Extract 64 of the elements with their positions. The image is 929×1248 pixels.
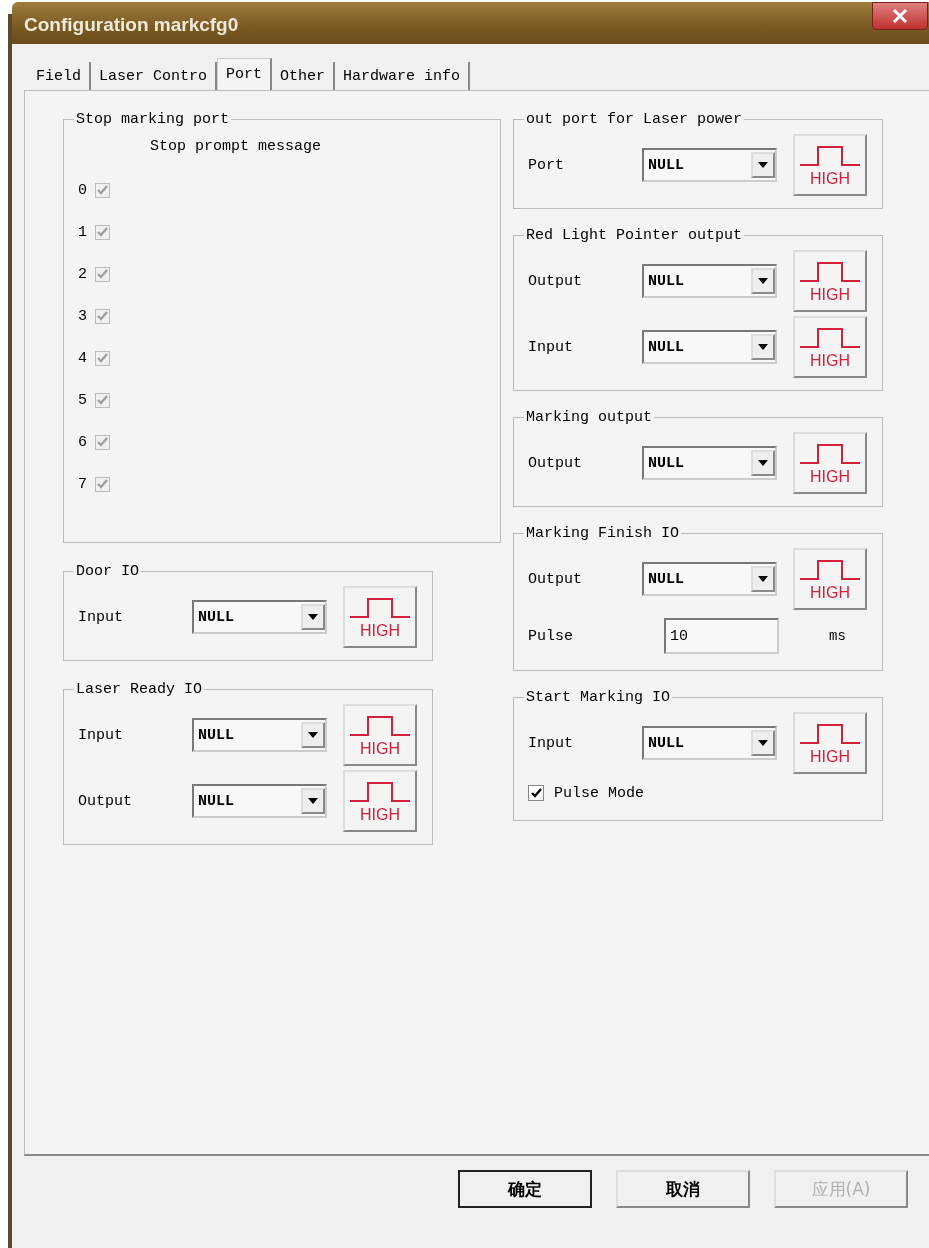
- dropdown-arrow-icon: [758, 162, 768, 168]
- port-number: 3: [78, 307, 87, 325]
- dropdown-arrow-icon: [758, 344, 768, 350]
- level-button[interactable]: HIGH: [343, 586, 417, 648]
- level-button[interactable]: HIGH: [793, 134, 867, 196]
- dropdown-arrow-icon: [758, 460, 768, 466]
- dropdown[interactable]: NULL: [192, 718, 327, 752]
- dropdown[interactable]: NULL: [642, 726, 777, 760]
- level-button[interactable]: HIGH: [343, 770, 417, 832]
- field-label: Output: [528, 454, 583, 472]
- group-title: Marking Finish IO: [525, 525, 681, 542]
- field-label: Output: [528, 272, 583, 290]
- group-title: out port for Laser power: [525, 111, 744, 128]
- dropdown[interactable]: NULL: [192, 784, 327, 818]
- dropdown[interactable]: NULL: [192, 600, 327, 634]
- port-number: 6: [78, 433, 87, 451]
- checkbox[interactable]: [528, 785, 544, 801]
- dropdown-arrow-icon: [308, 614, 318, 620]
- field-label: Input: [528, 338, 574, 356]
- port-number: 7: [78, 475, 87, 493]
- unit-label: ms: [829, 628, 846, 644]
- group-title: Start Marking IO: [525, 689, 672, 706]
- field-label: Output: [528, 570, 583, 588]
- close-button[interactable]: [872, 2, 928, 30]
- dropdown[interactable]: NULL: [642, 562, 777, 596]
- group-title: Red Light Pointer output: [525, 227, 744, 244]
- dropdown[interactable]: NULL: [642, 330, 777, 364]
- level-button[interactable]: HIGH: [793, 548, 867, 610]
- level-button[interactable]: HIGH: [793, 250, 867, 312]
- field-label: Port: [528, 156, 565, 174]
- group-title: Stop marking port: [75, 111, 231, 128]
- level-button[interactable]: HIGH: [343, 704, 417, 766]
- dropdown-arrow-icon: [758, 576, 768, 582]
- dropdown[interactable]: NULL: [642, 264, 777, 298]
- dropdown-arrow-icon: [308, 798, 318, 804]
- field-label: Input: [78, 726, 124, 744]
- port-number: 0: [78, 181, 87, 199]
- level-button[interactable]: HIGH: [793, 432, 867, 494]
- dropdown[interactable]: NULL: [642, 446, 777, 480]
- dialog-button[interactable]: 确定: [458, 1170, 592, 1208]
- checkbox-label: Pulse Mode: [554, 784, 644, 802]
- caption: Stop prompt message: [150, 138, 322, 155]
- field-label: Input: [528, 734, 574, 752]
- field-label: Output: [78, 792, 133, 810]
- dropdown-arrow-icon: [758, 740, 768, 746]
- level-button[interactable]: HIGH: [793, 316, 867, 378]
- group-title: Marking output: [525, 409, 654, 426]
- port-number: 5: [78, 391, 87, 409]
- level-button[interactable]: HIGH: [793, 712, 867, 774]
- dropdown[interactable]: NULL: [642, 148, 777, 182]
- close-icon: [892, 9, 908, 23]
- tab[interactable]: Port: [217, 58, 273, 92]
- window-title: Configuration markcfg0: [24, 14, 239, 36]
- input-field[interactable]: 10: [664, 618, 779, 654]
- group-title: Door IO: [75, 563, 140, 580]
- port-number: 2: [78, 265, 87, 283]
- field-label: Pulse: [528, 627, 574, 645]
- group-title: Laser Ready IO: [75, 681, 204, 698]
- dropdown-arrow-icon: [308, 732, 318, 738]
- dropdown-arrow-icon: [758, 278, 768, 284]
- field-label: Input: [78, 608, 124, 626]
- port-number: 1: [78, 223, 87, 241]
- dialog-button[interactable]: 取消: [616, 1170, 750, 1208]
- port-number: 4: [78, 349, 87, 367]
